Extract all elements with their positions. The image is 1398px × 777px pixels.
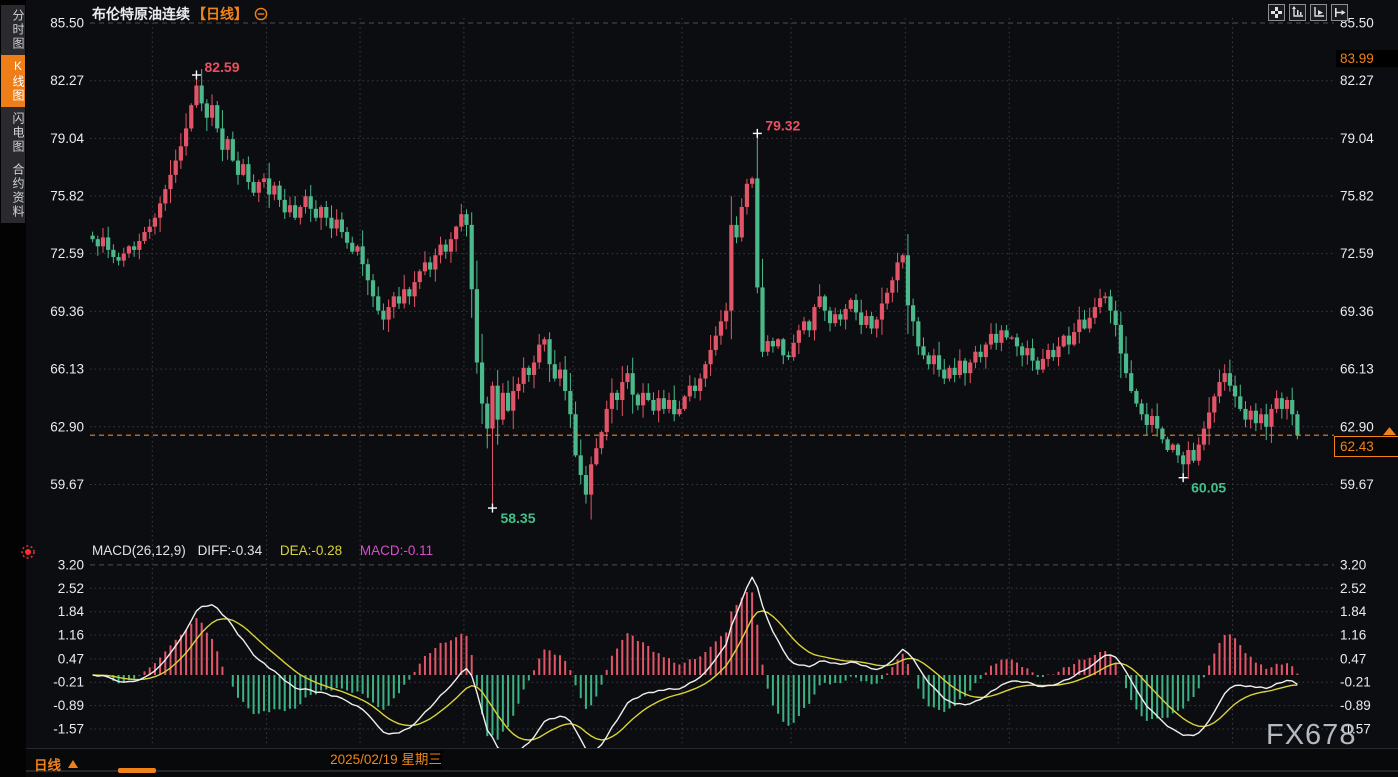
kline-app: 85.5085.5082.2782.2779.0479.0475.8275.82… <box>0 0 1398 777</box>
low-annotation-label: 58.35 <box>500 510 535 526</box>
y-axis-tick-label: 82.27 <box>1340 73 1374 88</box>
macd-hist-value: MACD:-0.11 <box>360 543 433 558</box>
y-axis-tick-label: 79.04 <box>1340 131 1374 146</box>
sidebar-item-kline[interactable]: K线图 <box>1 55 25 107</box>
move-tool-icon[interactable] <box>1268 4 1285 21</box>
axis-labels: 85.5085.5082.2782.2779.0479.0475.8275.82… <box>50 16 1374 770</box>
y-axis-tick-label: 69.36 <box>50 304 84 319</box>
macd-tick-label: 1.16 <box>1340 628 1366 643</box>
macd-tick-label: -0.21 <box>1340 675 1371 690</box>
grid-lines <box>90 18 1334 746</box>
y-axis-tick-label: 72.59 <box>1340 246 1374 261</box>
watermark: FX678 <box>1266 719 1356 752</box>
sidebar-item-timeshare[interactable]: 分时图 <box>1 5 25 55</box>
y-axis-tick-label: 72.59 <box>50 246 84 261</box>
dea-line <box>93 611 1298 740</box>
high-annotation-label: 82.59 <box>204 59 239 75</box>
y-axis-tick-label: 75.82 <box>1340 188 1374 203</box>
time-axis-strip <box>26 748 1398 777</box>
y-axis-tick-label: 85.50 <box>50 16 84 31</box>
symbol-title: 布伦特原油连续 <box>92 4 190 24</box>
x-axis-play-icon[interactable] <box>1310 4 1327 21</box>
period-selector-button[interactable]: 日线 <box>34 754 78 774</box>
macd-tick-label: 2.52 <box>58 581 84 596</box>
period-selector-label: 日线 <box>34 754 61 774</box>
indicator-marker-icon[interactable] <box>20 544 36 560</box>
macd-tick-label: 2.52 <box>1340 581 1366 596</box>
macd-tick-label: 1.84 <box>1340 604 1367 619</box>
circle-minus-icon[interactable] <box>254 7 268 21</box>
period-tag: 【日线】 <box>192 4 248 24</box>
macd-tick-label: 0.47 <box>58 651 84 666</box>
high-annotation-label: 79.32 <box>765 117 800 133</box>
last-price-label: 62.43 <box>1334 436 1398 457</box>
y-axis-tick-label: 59.67 <box>50 477 84 492</box>
macd-params: MACD(26,12,9) <box>92 543 186 558</box>
extreme-annotations: 82.59 79.32 58.35 60.05 <box>192 59 1226 526</box>
macd-tick-label: 0.47 <box>1340 651 1366 666</box>
macd-tick-label: 3.20 <box>1340 557 1366 572</box>
y-axis-tick-label: 66.13 <box>50 362 84 377</box>
y-axis-tick-label: 79.04 <box>50 131 84 146</box>
y-axis-tick-label: 69.36 <box>1340 304 1374 319</box>
macd-readout: MACD(26,12,9) DIFF:-0.34 DEA:-0.28 MACD:… <box>92 543 433 558</box>
macd-tick-label: -0.89 <box>53 698 84 713</box>
macd-tick-label: -0.21 <box>53 675 84 690</box>
range-scrollbar-thumb[interactable] <box>118 768 156 773</box>
macd-tick-label: -1.57 <box>53 722 84 737</box>
price-arrow-up-icon <box>1383 427 1396 435</box>
y-axis-tick-label: 82.27 <box>50 73 84 88</box>
y-axis-tick-label: 62.90 <box>1340 419 1374 434</box>
sidebar: 分时图 K线图 闪电图 合约资料 <box>0 0 26 777</box>
y-axis-scale-icon[interactable] <box>1289 4 1306 21</box>
y-axis-tick-label: 59.67 <box>1340 477 1374 492</box>
macd-tick-label: 1.16 <box>58 628 84 643</box>
sidebar-item-contract-info[interactable]: 合约资料 <box>1 159 25 223</box>
y-axis-tick-label: 75.82 <box>50 188 84 203</box>
last-price-line <box>90 427 1396 435</box>
macd-dea-value: DEA:-0.28 <box>280 543 342 558</box>
macd-histogram <box>98 592 1298 740</box>
low-annotation-label: 60.05 <box>1191 480 1226 496</box>
selected-date-badge: 2025/02/19 星期三 <box>330 751 442 769</box>
y-axis-tick-label: 62.90 <box>50 419 84 434</box>
macd-tick-label: -0.89 <box>1340 698 1371 713</box>
macd-tick-label: 3.20 <box>58 557 84 572</box>
session-high-label: 83.99 <box>1336 50 1398 67</box>
range-scrollbar-track[interactable] <box>26 770 1398 772</box>
chart-toolbar <box>1268 4 1348 21</box>
y-axis-tick-label: 66.13 <box>1340 362 1374 377</box>
chart-header: 布伦特原油连续 【日线】 <box>92 5 268 23</box>
pan-right-icon[interactable] <box>1331 4 1348 21</box>
macd-tick-label: 1.84 <box>58 604 85 619</box>
macd-diff-value: DIFF:-0.34 <box>198 543 263 558</box>
triangle-up-icon <box>68 760 78 768</box>
sidebar-item-lightning[interactable]: 闪电图 <box>1 107 25 159</box>
chart-canvas[interactable]: 85.5085.5082.2782.2779.0479.0475.8275.82… <box>0 0 1398 777</box>
